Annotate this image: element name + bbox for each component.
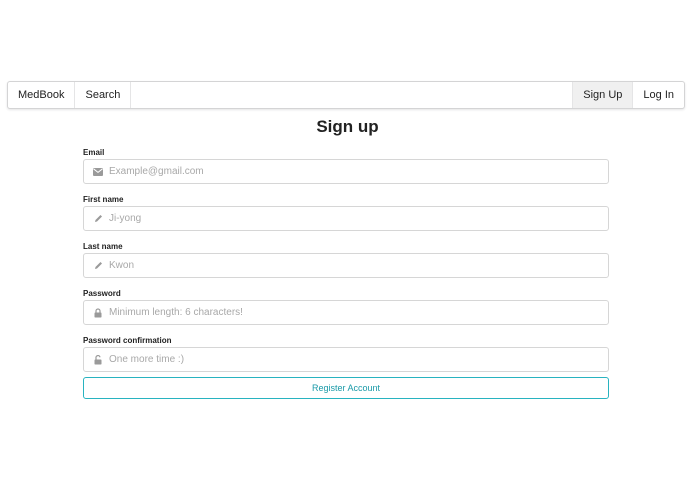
register-account-button[interactable]: Register Account — [83, 377, 609, 399]
password-field-group: Password — [83, 287, 609, 325]
last-name-label: Last name — [83, 242, 123, 251]
email-label: Email — [83, 148, 105, 157]
email-field-group: Email — [83, 146, 609, 184]
first-name-input[interactable] — [84, 207, 608, 230]
password-confirmation-field-group: Password confirmation — [83, 334, 609, 372]
last-name-input-wrapper — [83, 253, 609, 278]
nav-search-link[interactable]: Search — [75, 82, 132, 108]
page-title: Sign up — [316, 117, 379, 136]
first-name-input-wrapper — [83, 206, 609, 231]
password-input[interactable] — [84, 301, 608, 324]
first-name-field-group: First name — [83, 193, 609, 231]
nav-sign-up-link[interactable]: Sign Up — [572, 82, 633, 108]
password-confirmation-input[interactable] — [84, 348, 608, 371]
signup-form: Email First name Last name Password — [83, 146, 609, 381]
password-confirmation-label: Password confirmation — [83, 336, 172, 345]
email-input-wrapper — [83, 159, 609, 184]
last-name-field-group: Last name — [83, 240, 609, 278]
password-label: Password — [83, 289, 121, 298]
first-name-label: First name — [83, 195, 124, 204]
top-navbar: MedBook Search Sign Up Log In — [7, 81, 685, 109]
nav-brand-link[interactable]: MedBook — [8, 82, 76, 108]
nav-log-in-link[interactable]: Log In — [632, 82, 684, 108]
password-input-wrapper — [83, 300, 609, 325]
email-input[interactable] — [84, 160, 608, 183]
last-name-input[interactable] — [84, 254, 608, 277]
password-confirmation-input-wrapper — [83, 347, 609, 372]
